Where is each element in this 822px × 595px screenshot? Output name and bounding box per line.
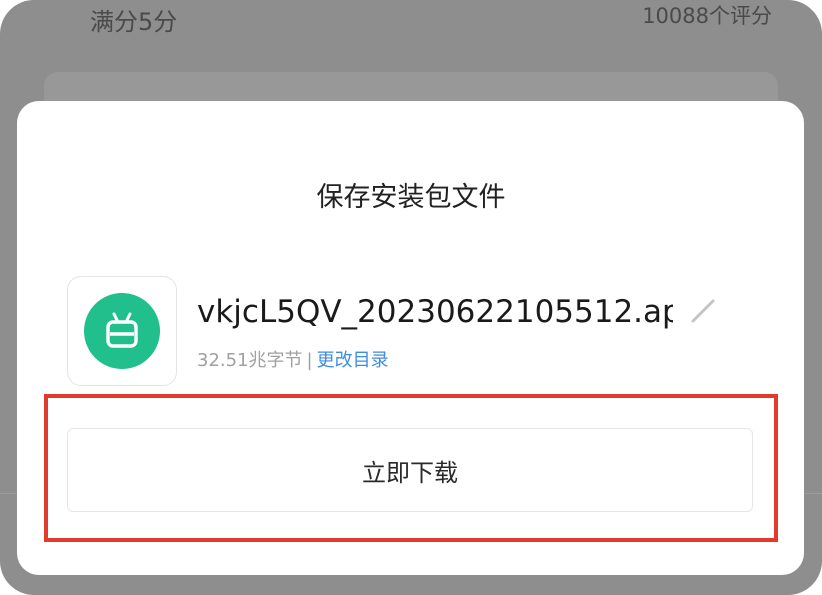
download-now-button[interactable]: 立即下载 bbox=[67, 428, 753, 512]
file-meta: 32.51兆字节 | 更改目录 bbox=[197, 346, 389, 372]
dialog-title: 保存安装包文件 bbox=[316, 182, 506, 213]
meta-separator: | bbox=[306, 350, 313, 371]
file-icon-tile bbox=[67, 276, 177, 386]
file-size: 32.51兆字节 bbox=[197, 350, 303, 371]
background-rating-text: 满分5分 bbox=[90, 8, 178, 36]
background-review-count: 10088个评分 bbox=[642, 4, 772, 28]
pencil-icon[interactable] bbox=[688, 296, 718, 326]
file-name: vkjcL5QV_20230622105512.ap bbox=[197, 294, 673, 330]
change-directory-link[interactable]: 更改目录 bbox=[317, 350, 389, 371]
android-robot-icon bbox=[84, 293, 160, 369]
screen-background: 满分5分 10088个评分 保存安装包文件 vkjcL5QV_202306221… bbox=[0, 0, 822, 595]
